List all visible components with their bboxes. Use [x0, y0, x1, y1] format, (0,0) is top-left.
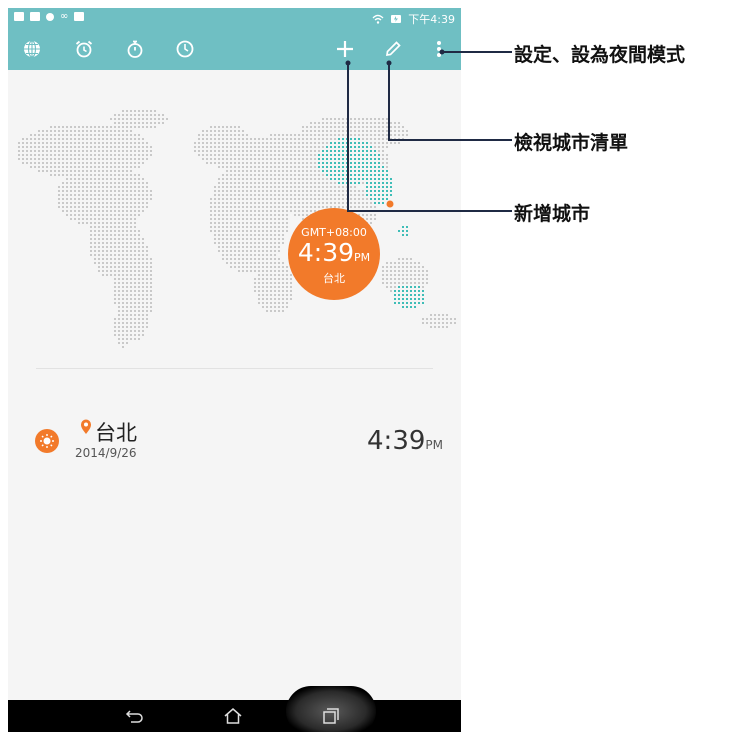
callout-settings: 設定、設為夜間模式 — [514, 44, 686, 66]
callout-lines — [345, 49, 512, 212]
callout-add-city: 新增城市 — [514, 203, 591, 225]
callout-city-list: 檢視城市清單 — [514, 132, 629, 154]
